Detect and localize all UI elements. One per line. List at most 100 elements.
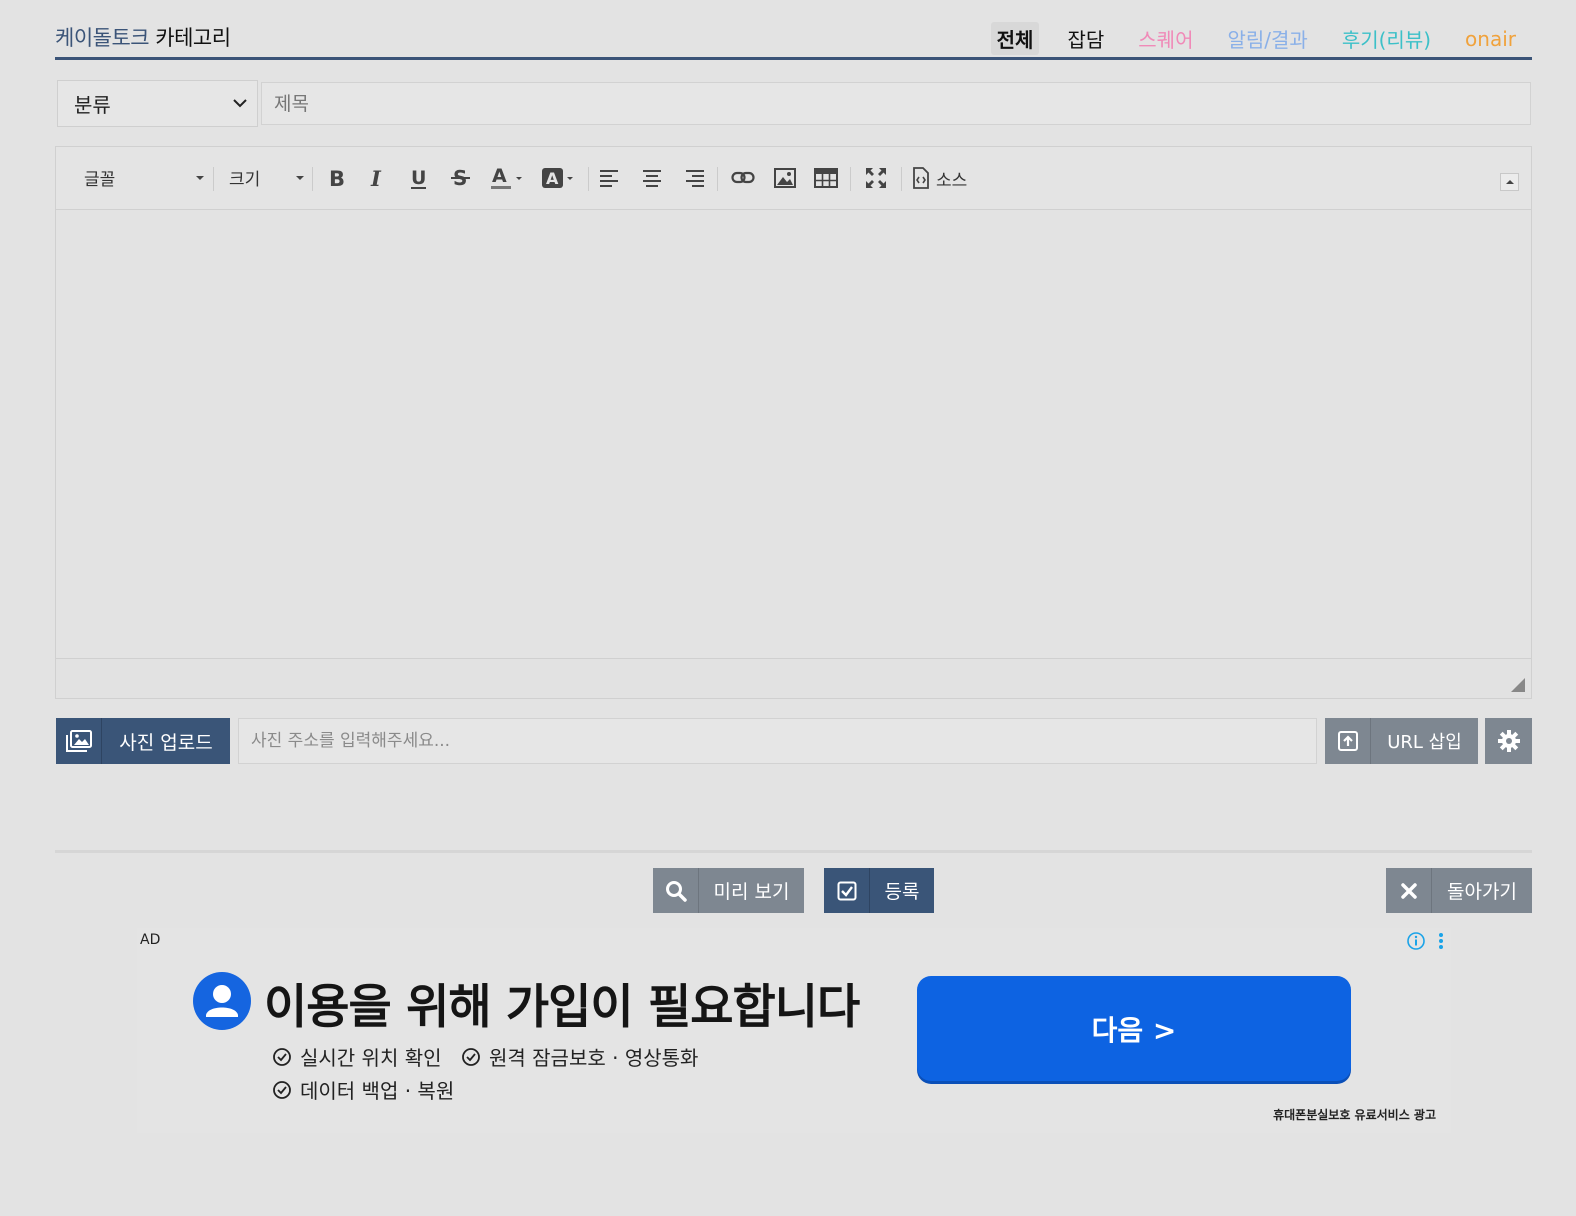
ad-headline: 이용을 위해 가입이 필요합니다 <box>264 980 860 1035</box>
editor-content-area[interactable] <box>56 210 1531 659</box>
more-vertical-icon[interactable] <box>1437 931 1445 951</box>
photo-upload-label: 사진 업로드 <box>119 731 213 754</box>
insert-link-button[interactable] <box>728 163 758 193</box>
toolbar-separator <box>901 167 902 191</box>
toolbar-separator <box>717 167 718 191</box>
title-suffix: 카테고리 <box>149 26 231 50</box>
page-title: 케이돌토크 카테고리 <box>55 22 231 52</box>
upload-icon <box>1325 718 1371 764</box>
link-icon <box>731 171 755 184</box>
search-icon <box>653 868 699 913</box>
editor-toolbar: 글꼴 크기 B I U S A A 소스 <box>56 147 1531 210</box>
chevron-down-icon <box>233 99 247 108</box>
font-family-dropdown[interactable]: 글꼴 <box>84 165 204 191</box>
align-center-button[interactable] <box>638 163 666 193</box>
source-label: 소스 <box>936 170 968 191</box>
ad-feature-item: 원격 잠금보호 · 영상통화 <box>461 1042 698 1071</box>
bold-button[interactable]: B <box>324 163 350 193</box>
font-size-label: 크기 <box>229 170 261 190</box>
tab-all[interactable]: 전체 <box>990 22 1040 55</box>
tab-onair[interactable]: onair <box>1459 25 1522 53</box>
url-insert-button[interactable]: URL 삽입 <box>1325 718 1478 764</box>
svg-text:A: A <box>546 169 559 188</box>
section-divider <box>55 850 1532 853</box>
ad-next-button[interactable]: 다음 > <box>917 976 1351 1081</box>
italic-button[interactable]: I <box>364 163 390 193</box>
board-header: 케이돌토크 카테고리 전체 잡담 스퀘어 알림/결과 후기(리뷰) onair <box>55 18 1532 60</box>
strikethrough-button[interactable]: S <box>448 163 474 193</box>
background-color-button[interactable]: A <box>539 163 579 193</box>
text-color-icon: A <box>491 165 522 189</box>
tab-notice-result[interactable]: 알림/결과 <box>1221 22 1313 55</box>
underline-button[interactable]: U <box>406 163 432 193</box>
resize-handle-icon[interactable] <box>1511 678 1525 692</box>
photo-url-input[interactable] <box>238 718 1317 764</box>
url-insert-label: URL 삽입 <box>1387 732 1462 753</box>
category-select[interactable]: 분류 <box>57 80 258 127</box>
category-select-value: 분류 <box>74 93 111 117</box>
toolbar-separator <box>850 167 851 191</box>
upload-settings-button[interactable] <box>1485 718 1532 764</box>
image-icon <box>774 168 796 188</box>
table-icon <box>814 168 838 188</box>
advertisement-banner[interactable]: AD 이용을 위해 가입이 필요합니다 실시간 위치 확인 원격 잠금보호 · … <box>137 928 1451 1133</box>
align-left-icon <box>600 170 618 187</box>
view-source-button[interactable]: 소스 <box>912 163 982 193</box>
ad-feature-text: 데이터 백업 · 복원 <box>300 1079 455 1103</box>
underline-icon: U <box>411 167 426 189</box>
tab-review[interactable]: 후기(리뷰) <box>1336 22 1437 55</box>
fullscreen-button[interactable] <box>861 163 891 193</box>
rich-text-editor: 글꼴 크기 B I U S A A 소스 <box>55 146 1532 699</box>
insert-table-button[interactable] <box>811 163 841 193</box>
fullscreen-icon <box>866 168 886 188</box>
gear-icon <box>1497 730 1520 752</box>
category-tabs: 전체 잡담 스퀘어 알림/결과 후기(리뷰) onair <box>969 22 1522 55</box>
svg-text:I: I <box>370 167 382 189</box>
source-code-icon <box>913 167 929 189</box>
text-color-button[interactable]: A <box>488 163 528 193</box>
ad-label: AD <box>140 932 161 948</box>
ad-feature-item: 실시간 위치 확인 <box>272 1042 442 1071</box>
svg-text:A: A <box>492 165 507 187</box>
back-button[interactable]: 돌아가기 <box>1386 868 1532 913</box>
toolbar-separator <box>213 167 214 191</box>
strikethrough-icon: S <box>451 166 470 190</box>
preview-button[interactable]: 미리 보기 <box>653 868 804 913</box>
svg-text:B: B <box>329 167 345 189</box>
collapse-toolbar-button[interactable] <box>1500 173 1519 191</box>
checkbox-check-icon <box>824 868 870 913</box>
editor-statusbar <box>56 658 1531 698</box>
check-circle-icon <box>273 1080 291 1099</box>
check-circle-icon <box>462 1047 480 1066</box>
align-center-icon <box>643 170 661 187</box>
font-family-label: 글꼴 <box>84 170 116 190</box>
italic-icon: I <box>370 167 382 189</box>
background-color-icon: A <box>542 168 573 188</box>
preview-label: 미리 보기 <box>713 881 790 903</box>
info-icon[interactable] <box>1406 931 1426 951</box>
align-left-button[interactable] <box>596 163 624 193</box>
user-avatar-icon <box>193 972 251 1030</box>
back-label: 돌아가기 <box>1447 881 1517 903</box>
photo-upload-button[interactable]: 사진 업로드 <box>56 718 230 764</box>
ad-feature-item: 데이터 백업 · 복원 <box>272 1075 454 1104</box>
submit-button[interactable]: 등록 <box>824 868 934 913</box>
toolbar-separator <box>312 167 313 191</box>
tab-chat[interactable]: 잡담 <box>1061 22 1110 55</box>
ad-feature-text: 원격 잠금보호 · 영상통화 <box>489 1046 699 1070</box>
toolbar-separator <box>588 167 589 191</box>
board-name: 케이돌토크 <box>55 26 150 50</box>
title-input[interactable] <box>261 82 1531 125</box>
insert-image-button[interactable] <box>770 163 800 193</box>
align-right-button[interactable] <box>680 163 708 193</box>
font-size-dropdown[interactable]: 크기 <box>229 165 304 191</box>
submit-label: 등록 <box>884 881 920 903</box>
caret-down-icon <box>196 176 204 180</box>
check-circle-icon <box>273 1047 291 1066</box>
align-right-icon <box>686 170 704 187</box>
caret-down-icon <box>296 176 304 180</box>
ad-disclaimer: 휴대폰분실보호 유료서비스 광고 <box>1273 1108 1436 1122</box>
svg-text:U: U <box>411 167 426 189</box>
tab-square[interactable]: 스퀘어 <box>1132 22 1199 55</box>
photos-icon <box>56 718 102 764</box>
